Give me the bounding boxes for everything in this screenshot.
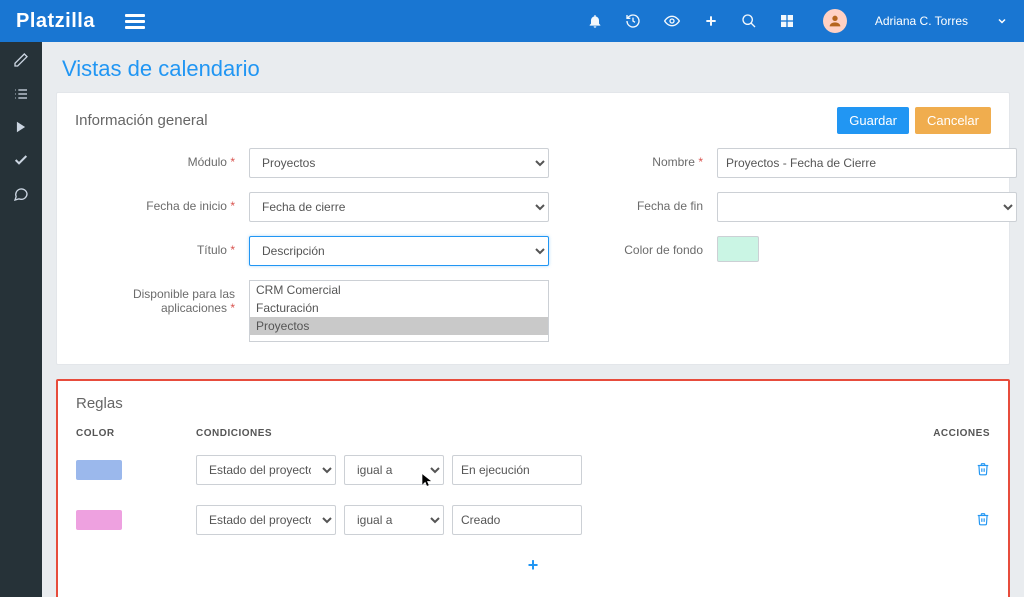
rule-value-input[interactable]: [452, 455, 582, 485]
label-module: Módulo *: [75, 148, 235, 169]
grid-icon[interactable]: [779, 13, 795, 29]
bgcolor-swatch[interactable]: [717, 236, 759, 262]
chat-icon[interactable]: [13, 186, 29, 202]
check-icon[interactable]: [13, 152, 29, 168]
app-option[interactable]: CRM Comercial: [250, 281, 548, 299]
search-icon[interactable]: [741, 13, 757, 29]
app-option[interactable]: Facturación: [250, 299, 548, 317]
rules-header-color: COLOR: [76, 428, 196, 439]
apps-multiselect[interactable]: CRM Comercial Facturación Proyectos: [249, 280, 549, 342]
name-input[interactable]: [717, 148, 1017, 178]
add-rule-button[interactable]: +: [76, 555, 990, 576]
play-icon[interactable]: [14, 120, 28, 134]
brand: Platzilla: [16, 10, 95, 33]
rules-panel: Reglas COLOR CONDICIONES ACCIONES Estado…: [56, 379, 1010, 597]
topbar: Platzilla Adriana C. Torres: [0, 0, 1024, 42]
bell-icon[interactable]: [587, 13, 603, 29]
rule-value-input[interactable]: [452, 505, 582, 535]
start-date-select[interactable]: Fecha de cierre: [249, 192, 549, 222]
label-apps: Disponible para las aplicaciones *: [75, 280, 235, 315]
rule-row: Estado del proyecto igual a: [76, 445, 990, 495]
rule-field-select[interactable]: Estado del proyecto: [196, 505, 336, 535]
rule-field-select[interactable]: Estado del proyecto: [196, 455, 336, 485]
cancel-button[interactable]: Cancelar: [915, 107, 991, 134]
rule-op-select[interactable]: igual a: [344, 505, 444, 535]
rules-header-cond: CONDICIONES: [196, 428, 920, 439]
rule-delete-button[interactable]: [920, 462, 990, 479]
rules-header-act: ACCIONES: [920, 428, 990, 439]
hamburger-icon[interactable]: [125, 11, 145, 32]
avatar[interactable]: [823, 9, 847, 33]
app-option[interactable]: Proyectos: [250, 317, 548, 335]
title-field-select[interactable]: Descripción: [249, 236, 549, 266]
label-end-date: Fecha de fin: [563, 192, 703, 213]
rules-title: Reglas: [76, 395, 990, 412]
username[interactable]: Adriana C. Torres: [875, 14, 968, 28]
eye-icon[interactable]: [663, 13, 681, 29]
plus-icon[interactable]: [703, 13, 719, 29]
list-icon[interactable]: [13, 86, 29, 102]
general-panel: Información general Guardar Cancelar Mód…: [56, 92, 1010, 365]
save-button[interactable]: Guardar: [837, 107, 909, 134]
label-bgcolor: Color de fondo: [563, 236, 703, 257]
rule-color-swatch[interactable]: [76, 510, 122, 530]
rule-row: Estado del proyecto igual a: [76, 495, 990, 545]
module-select[interactable]: Proyectos: [249, 148, 549, 178]
rule-delete-button[interactable]: [920, 512, 990, 529]
label-title-field: Título *: [75, 236, 235, 257]
end-date-select[interactable]: [717, 192, 1017, 222]
label-name: Nombre *: [563, 148, 703, 169]
sidebar: [0, 42, 42, 597]
rule-op-select[interactable]: igual a: [344, 455, 444, 485]
edit-icon[interactable]: [13, 52, 29, 68]
rule-color-swatch[interactable]: [76, 460, 122, 480]
history-icon[interactable]: [625, 13, 641, 29]
chevron-down-icon[interactable]: [996, 15, 1008, 27]
general-title: Información general: [75, 112, 208, 129]
page-title: Vistas de calendario: [62, 56, 1004, 82]
label-start-date: Fecha de inicio *: [75, 192, 235, 213]
topbar-actions: Adriana C. Torres: [587, 9, 1008, 33]
